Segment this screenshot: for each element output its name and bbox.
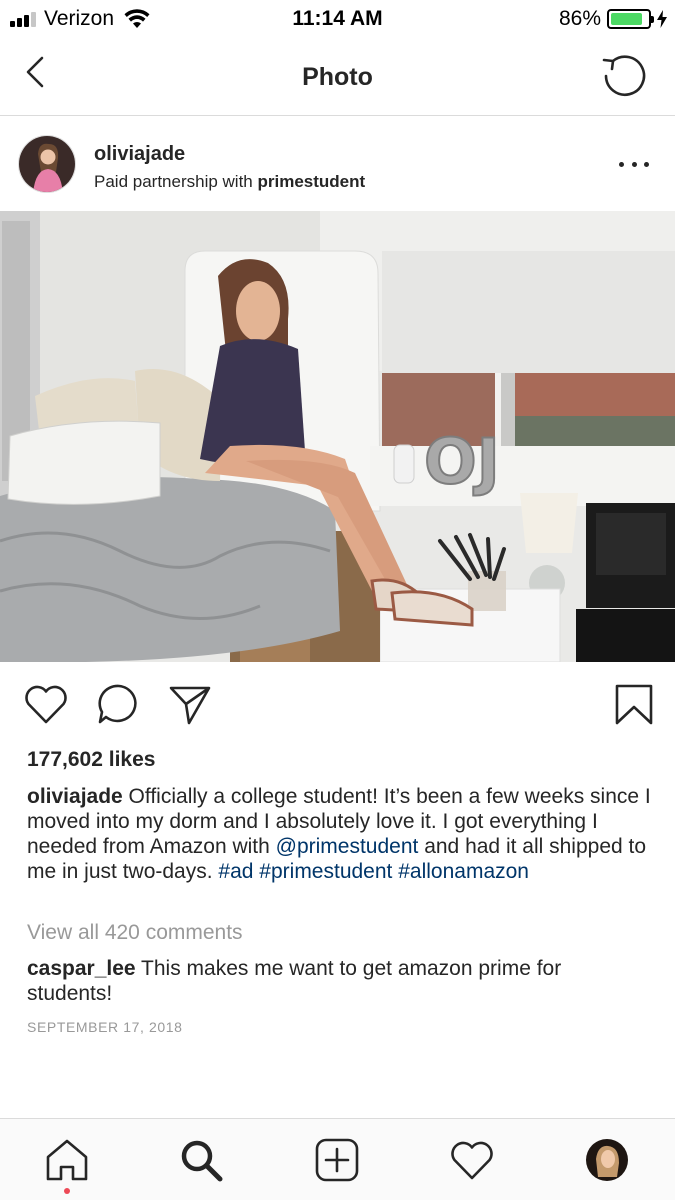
page-title: Photo [302,63,373,91]
more-options-icon[interactable] [619,157,649,171]
save-bookmark-icon[interactable] [611,682,657,726]
battery-percentage: 86% [558,7,601,30]
caption-username[interactable]: oliviajade [27,785,123,808]
search-icon[interactable] [178,1137,224,1183]
nav-header: Photo [0,38,675,116]
like-heart-icon[interactable] [23,682,69,726]
comment-username[interactable]: caspar_lee [27,957,136,980]
likes-count[interactable]: 177,602 likes [27,748,155,772]
hashtag-link[interactable]: #primestudent [259,860,392,883]
author-avatar[interactable] [18,135,76,193]
post-header: oliviajade Paid partnership with primest… [0,117,675,211]
top-comment: caspar_lee This makes me want to get ama… [27,956,652,1006]
post-caption: oliviajade Officially a college student!… [27,784,652,884]
marquee-letters: OJ [424,425,500,498]
hashtag-link[interactable]: #allonamazon [398,860,529,883]
post-photo[interactable]: OJ [0,211,675,662]
share-send-icon[interactable] [167,682,213,726]
bottom-tab-bar [0,1118,675,1200]
activity-heart-icon[interactable] [449,1137,495,1183]
add-post-icon[interactable] [314,1137,360,1183]
refresh-icon[interactable] [601,52,647,98]
home-notification-dot [64,1188,70,1194]
mention-link[interactable]: @primestudent [276,835,419,858]
comment-bubble-icon[interactable] [96,682,142,726]
post-date: SEPTEMBER 17, 2018 [27,1019,183,1035]
partner-name[interactable]: primestudent [258,172,366,191]
profile-avatar-icon[interactable] [584,1137,630,1183]
charging-bolt-icon [657,10,667,28]
post-actions [0,662,675,748]
view-all-comments-link[interactable]: View all 420 comments [27,921,243,945]
status-right: 86% [559,7,667,31]
author-username[interactable]: oliviajade [94,143,185,166]
avatar-photo [19,136,75,192]
dorm-room-photo: OJ [0,211,675,662]
partnership-prefix: Paid partnership with [94,172,253,191]
battery-icon [607,9,654,29]
hashtag-link[interactable]: #ad [218,860,253,883]
status-bar: Verizon 11:14 AM 86% [0,0,675,38]
paid-partnership-label[interactable]: Paid partnership with primestudent [94,172,365,192]
home-icon[interactable] [44,1137,90,1183]
